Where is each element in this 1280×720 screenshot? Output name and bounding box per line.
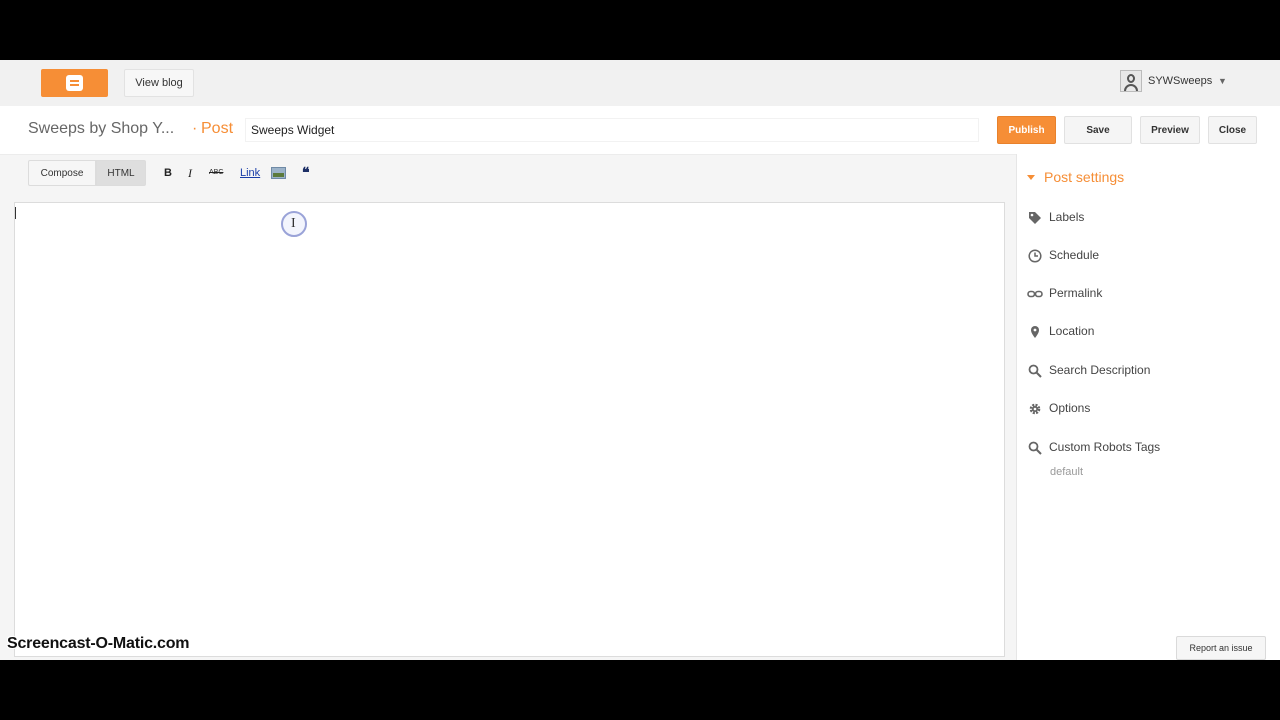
post-settings-header[interactable]: Post settings — [1027, 169, 1124, 185]
settings-item-schedule[interactable]: Schedule — [1027, 248, 1099, 266]
link-icon — [1027, 287, 1043, 301]
bold-button[interactable]: B — [164, 167, 172, 179]
italic-button[interactable]: I — [188, 166, 192, 181]
tag-icon — [1027, 211, 1043, 225]
settings-item-labels[interactable]: Labels — [1027, 210, 1084, 228]
avatar — [1120, 70, 1142, 92]
html-mode-button[interactable]: HTML — [96, 160, 146, 186]
compose-mode-button[interactable]: Compose — [28, 160, 96, 186]
search-icon — [1027, 364, 1043, 378]
settings-item-permalink[interactable]: Permalink — [1027, 286, 1102, 304]
post-title-input[interactable]: Sweeps Widget — [245, 118, 979, 142]
html-editor[interactable] — [14, 202, 1005, 657]
settings-item-label: Schedule — [1049, 248, 1100, 262]
publish-button[interactable]: Publish — [997, 116, 1056, 144]
save-button[interactable]: Save — [1064, 116, 1132, 144]
blogger-logo-button[interactable] — [41, 69, 108, 97]
close-button[interactable]: Close — [1208, 116, 1257, 144]
account-username: SYWSweeps — [1148, 75, 1213, 87]
settings-item-label: Labels — [1049, 210, 1085, 224]
text-cursor-indicator-icon: I — [281, 211, 307, 237]
post-settings-panel: Post settings Labels Schedule Permalink … — [1016, 154, 1280, 660]
blog-title[interactable]: Sweeps by Shop Y... — [28, 120, 174, 138]
triangle-down-icon — [1027, 174, 1035, 180]
insert-link-button[interactable]: Link — [240, 167, 260, 179]
preview-button[interactable]: Preview — [1140, 116, 1200, 144]
html-editor-textarea[interactable] — [15, 203, 1004, 656]
view-blog-button[interactable]: View blog — [124, 69, 194, 97]
custom-robots-tags-value: default — [1050, 466, 1084, 478]
settings-item-location[interactable]: Location — [1027, 324, 1094, 342]
blogger-editor-window: View blog SYWSweeps ▼ Sweeps by Shop Y..… — [0, 60, 1280, 660]
settings-item-label: Custom Robots Tags — [1049, 440, 1161, 454]
search-icon — [1027, 441, 1043, 455]
report-issue-button[interactable]: Report an issue — [1176, 636, 1266, 660]
breadcrumb-post: Post — [201, 120, 234, 137]
screencast-watermark: Screencast-O-Matic.com — [7, 635, 190, 652]
settings-item-label: Options — [1049, 401, 1091, 415]
chevron-down-icon: ▼ — [1218, 76, 1227, 86]
settings-item-options[interactable]: Options — [1027, 401, 1090, 419]
settings-item-label: Location — [1049, 324, 1095, 338]
settings-item-search-description[interactable]: Search Description — [1027, 363, 1150, 381]
quote-button[interactable]: ❝ — [302, 164, 310, 181]
breadcrumb-separator: · — [192, 120, 198, 137]
pin-icon — [1027, 325, 1043, 339]
post-title-bar: Sweeps by Shop Y... · Post Sweeps Widget… — [0, 106, 1280, 154]
settings-item-label: Permalink — [1049, 286, 1103, 300]
settings-item-custom-robots-tags[interactable]: Custom Robots Tags — [1027, 440, 1160, 458]
clock-icon — [1027, 249, 1043, 263]
blogger-logo-icon — [66, 75, 83, 91]
strikethrough-button[interactable]: ABC — [209, 169, 223, 176]
gear-icon — [1027, 402, 1043, 416]
top-bar: View blog SYWSweeps ▼ — [0, 60, 1280, 106]
settings-item-label: Search Description — [1049, 363, 1151, 377]
editor-toolbar: Compose HTML B I ABC Link ❝ — [0, 154, 1016, 193]
post-settings-title: Post settings — [1044, 169, 1125, 185]
insert-image-icon[interactable] — [271, 167, 286, 179]
